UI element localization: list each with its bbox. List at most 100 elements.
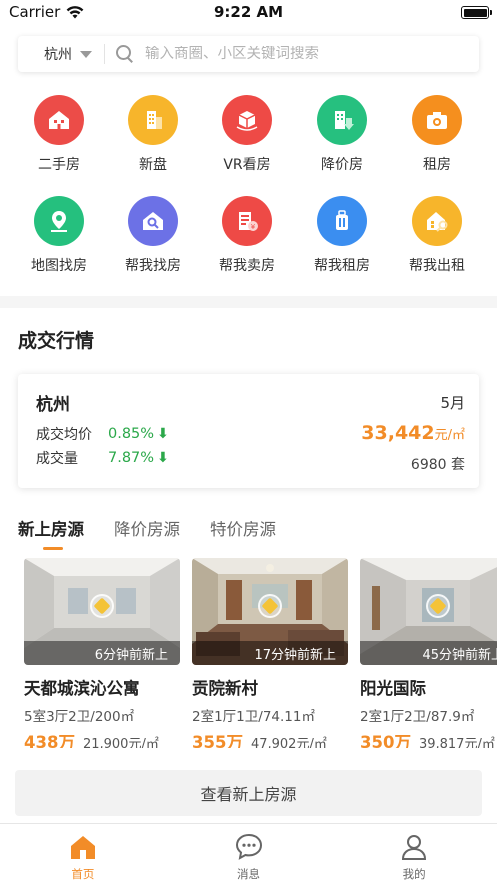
avg-price-change: 0.85% ⬇ (108, 426, 169, 442)
tabbar-messages[interactable]: 消息 (166, 824, 332, 883)
tabbar-profile[interactable]: 我的 (331, 824, 497, 883)
listing-photo: 6分钟前新上 (24, 558, 180, 665)
listing-photo: 17分钟前新上 (192, 558, 348, 665)
market-stats-card[interactable]: 杭州 5月 成交均价 0.85% ⬇ 成交量 7.87% ⬇ 33,442 元/… (18, 374, 479, 488)
listing-unit-price: 47,902元/㎡ (250, 737, 327, 748)
house-search-icon (128, 196, 178, 246)
category-label: 帮我出租 (409, 258, 465, 274)
city-name: 杭州 (44, 47, 72, 63)
listing-prices: 350万 39,817元/㎡ (360, 729, 497, 748)
category-label: 二手房 (38, 157, 80, 173)
category-label: VR看房 (223, 157, 271, 173)
volume-label: 成交量 (36, 451, 78, 467)
listing-total-price: 438万 (24, 733, 75, 748)
listing-spec: 5室3厅2卫/200㎡ (24, 709, 135, 725)
vr-badge-icon (426, 594, 450, 619)
avg-price-change-row: 成交均价 0.85% ⬇ (36, 424, 169, 444)
tabbar-label: 首页 (71, 867, 95, 881)
market-section: 成交行情 杭州 5月 成交均价 0.85% ⬇ 成交量 7.87% ⬇ 33,4… (0, 308, 497, 823)
stats-month: 5月 (440, 394, 465, 412)
listing-unit-price: 21,900元/㎡ (82, 737, 159, 748)
view-new-listings-button[interactable]: 查看新上房源 (15, 770, 482, 816)
listing-carousel: 6分钟前新上 天都城滨沁公寓 5室3厅2卫/200㎡ 438万 21,900元/… (24, 558, 497, 748)
category-label: 地图找房 (31, 258, 87, 274)
stats-city: 杭州 (36, 395, 70, 415)
category-grid: 二手房 新盘 VR看房 降价房 租房 地图找房 帮我找房 ¥ 帮我卖房 帮我租房… (0, 78, 497, 296)
search-bar: 杭州 (18, 36, 479, 72)
search-input[interactable] (145, 46, 445, 62)
listing-total-price: 350万 (360, 733, 411, 748)
tab-new-listings[interactable]: 新上房源 (18, 516, 84, 550)
home-icon (70, 836, 95, 859)
category-vr-tour[interactable]: VR看房 (200, 95, 294, 174)
profile-icon (402, 835, 427, 860)
search-divider (104, 44, 105, 64)
category-help-rent[interactable]: 帮我租房 (295, 196, 389, 275)
luggage-icon (317, 196, 367, 246)
market-title: 成交行情 (18, 330, 95, 352)
listing-title: 天都城滨沁公寓 (24, 679, 140, 698)
sell-document-icon: ¥ (222, 196, 272, 246)
price-drop-building-icon (317, 95, 367, 145)
category-new-homes[interactable]: 新盘 (106, 95, 200, 174)
house-icon (34, 95, 84, 145)
message-icon (235, 833, 262, 860)
avg-price-unit: 元/㎡ (434, 428, 465, 443)
listing-total-price: 355万 (192, 733, 243, 748)
building-icon (128, 95, 178, 145)
arrow-down-icon: ⬇ (157, 450, 169, 466)
listing-card[interactable]: 6分钟前新上 天都城滨沁公寓 5室3厅2卫/200㎡ 438万 21,900元/… (24, 558, 180, 748)
volume-change-row: 成交量 7.87% ⬇ (36, 448, 169, 468)
category-map-search[interactable]: 地图找房 (12, 196, 106, 275)
battery-icon (461, 6, 492, 19)
status-bar: Carrier 9:22 AM (0, 0, 497, 26)
avg-price-value: 33,442 (361, 422, 435, 444)
map-pin-icon (34, 196, 84, 246)
category-label: 新盘 (139, 157, 167, 173)
vr-badge-icon (258, 594, 282, 619)
category-second-hand[interactable]: 二手房 (12, 95, 106, 174)
tabbar-label: 我的 (402, 867, 426, 881)
svg-text:¥: ¥ (251, 223, 256, 231)
camera-icon (412, 95, 462, 145)
listing-title: 贡院新村 (192, 679, 258, 698)
listing-spec: 2室1厅2卫/87.9㎡ (360, 709, 475, 725)
status-time: 9:22 AM (213, 3, 284, 21)
search-icon (115, 44, 135, 64)
category-label: 租房 (423, 157, 451, 173)
vr-cube-icon (222, 95, 272, 145)
listing-prices: 438万 21,900元/㎡ (24, 729, 180, 748)
search-header: 杭州 (0, 26, 497, 78)
caret-down-icon (80, 50, 92, 58)
tab-price-drop-listings[interactable]: 降价房源 (114, 516, 180, 550)
category-help-sell[interactable]: ¥ 帮我卖房 (200, 196, 294, 275)
category-help-find[interactable]: 帮我找房 (106, 196, 200, 275)
listing-time: 6分钟前新上 (24, 641, 180, 665)
tabbar-home[interactable]: 首页 (0, 824, 166, 883)
volume-value: 6980 套 (410, 457, 465, 473)
category-price-drop[interactable]: 降价房 (295, 95, 389, 174)
listing-prices: 355万 47,902元/㎡ (192, 729, 348, 748)
tabbar-label: 消息 (237, 867, 260, 881)
tab-special-listings[interactable]: 特价房源 (210, 516, 276, 550)
listing-spec: 2室1厅1卫/74.11㎡ (192, 709, 315, 725)
listing-time: 17分钟前新上 (192, 641, 348, 665)
listing-card[interactable]: 17分钟前新上 贡院新村 2室1厅1卫/74.11㎡ 355万 47,902元/… (192, 558, 348, 748)
arrow-down-icon: ⬇ (157, 426, 169, 442)
listing-unit-price: 39,817元/㎡ (418, 737, 495, 748)
listing-photo: 45分钟前新上 (360, 558, 497, 665)
volume-change-value: 7.87% (108, 450, 155, 466)
avg-price: 33,442 元/㎡ (361, 422, 465, 444)
category-label: 帮我租房 (314, 258, 370, 274)
listing-tabs: 新上房源 降价房源 特价房源 (18, 516, 276, 550)
avg-price-label: 成交均价 (36, 427, 92, 443)
category-label: 降价房 (321, 157, 363, 173)
category-help-lease[interactable]: 帮我出租 (390, 196, 484, 275)
category-rent[interactable]: 租房 (390, 95, 484, 174)
city-selector[interactable]: 杭州 (18, 44, 104, 64)
listing-card[interactable]: 45分钟前新上 阳光国际 2室1厅2卫/87.9㎡ 350万 39,817元/㎡ (360, 558, 497, 748)
listing-time: 45分钟前新上 (360, 641, 497, 665)
volume-change: 7.87% ⬇ (108, 450, 169, 466)
listing-title: 阳光国际 (360, 679, 426, 698)
bottom-tab-bar: 首页 消息 我的 (0, 823, 497, 883)
